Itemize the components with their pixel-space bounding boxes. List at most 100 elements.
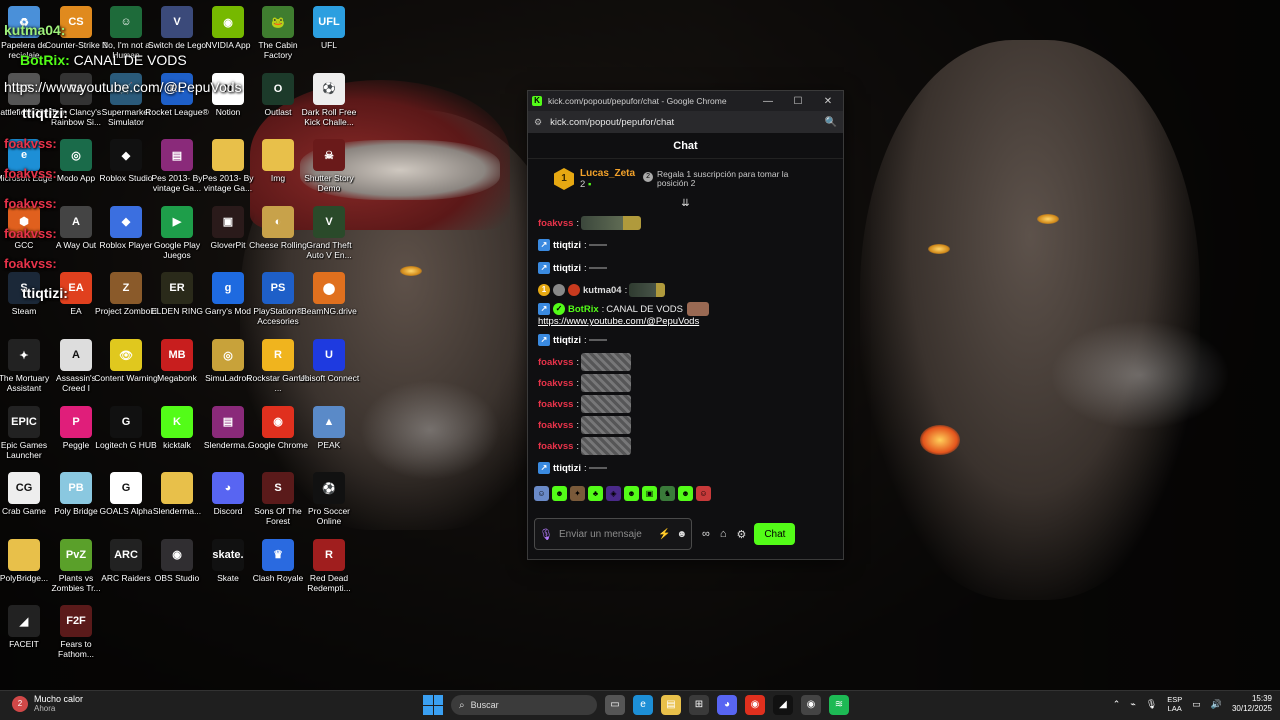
chat-message[interactable]: ↗ ttiqtizi: [538,458,833,478]
address-bar[interactable]: ⚙ kick.com/popout/pepufor/chat 🔍 [528,111,843,133]
chat-message[interactable]: ↗ ttiqtizi: [538,330,833,350]
commands-icon[interactable]: ⚡ [658,529,670,540]
overlay-user: foakvss: [4,196,57,211]
discord-icon[interactable]: ◕ [717,695,737,715]
chat-message[interactable]: foakvss: [538,395,833,413]
chat-username[interactable]: BotRix [568,304,599,315]
chat-username[interactable]: ttiqtizi [553,240,581,251]
game-icon: A [60,339,92,371]
settings-gear-icon[interactable]: ⚙ [737,528,747,541]
maximize-button[interactable]: ☐ [783,96,813,107]
chat-messages[interactable]: foakvss: ↗ ttiqtizi: ↗ ttiqtizi: 1 kutma04:… [528,211,843,483]
overlay-user: ttiqtizi: [22,105,68,121]
windows-start-button[interactable] [423,695,443,715]
chat-message[interactable]: ↗ ttiqtizi: [538,235,833,255]
clock[interactable]: 15:39 30/12/2025 [1232,694,1272,714]
microphone-icon[interactable]: 🎙 [539,528,553,541]
desktop-icon[interactable]: ⬤ BeamNG.drive [297,268,361,334]
url-text[interactable]: kick.com/popout/pepufor/chat [550,117,824,128]
volume-icon[interactable]: 🔊 [1211,699,1222,710]
desktop-icon[interactable]: UFL UFL [297,2,361,68]
collapse-pinned-button[interactable]: ⇊ [528,199,843,211]
desktop-icon[interactable]: ⚽ Pro Soccer Online [297,468,361,534]
game-icon: PvZ [60,538,92,571]
chat-username[interactable]: foakvss [538,357,573,368]
task-view-icon[interactable]: ▭ [605,695,625,715]
emote-icon[interactable]: ☻ [624,485,639,501]
pinned-username[interactable]: Lucas_Zeta [580,168,635,179]
emote-icon[interactable]: ▣ [642,485,657,501]
chat-message[interactable]: ↗ ✓ BotRix: CANAL DE VODS https://www.youtu… [538,302,833,327]
weather-badge-icon: 2 [12,695,28,712]
emote-icon[interactable]: ✦ [570,485,585,501]
chat-message[interactable]: ↗ ttiqtizi: [538,258,833,278]
emote-image [629,283,666,297]
chat-link[interactable]: https://www.youtube.com/@PepuVods [538,316,833,327]
display-icon[interactable]: ▭ [1192,699,1201,710]
chrome-icon[interactable]: ◉ [745,695,765,715]
chat-input-placeholder[interactable]: Enviar un mensaje [559,529,652,540]
chevron-up-icon[interactable]: ⌃ [1113,699,1121,710]
site-settings-icon[interactable]: ⚙ [534,117,542,128]
chat-username[interactable]: ttiqtizi [553,463,581,474]
emote-icon[interactable]: ◈ [606,485,621,501]
chat-message[interactable]: foakvss: [538,374,833,392]
spotify-icon[interactable]: ≋ [829,695,849,715]
taskbar-search[interactable]: ⌕ Buscar [451,695,597,715]
emote-icon[interactable]: ♣ [588,485,603,501]
desktop-icon[interactable]: ▲ PEAK [297,402,361,468]
desktop-icon[interactable]: F2F Fears to Fathom... [44,601,108,667]
game-icon: P [60,405,92,438]
chat-username[interactable]: foakvss [538,441,573,452]
language-indicator[interactable]: ESP LAA [1167,695,1182,713]
chat-username[interactable]: ttiqtizi [553,263,581,274]
chat-username[interactable]: foakvss [538,218,573,229]
desktop-icon[interactable]: ⚽ Dark Roll Free Kick Challe... [297,69,361,135]
chat-username[interactable]: foakvss [538,378,573,389]
chat-message[interactable]: 1 kutma04: [538,281,833,299]
folder-icon [212,139,244,172]
zoom-icon[interactable]: 🔍 [825,117,837,128]
network-icon[interactable]: ⌁ [1130,699,1135,710]
desktop-icon[interactable]: ☠ Shutter Story Demo [297,135,361,201]
store-icon[interactable]: ⊞ [689,695,709,715]
ufl-icon: UFL [313,6,345,38]
chrome-popup-window[interactable]: K kick.com/popout/pepufor/chat - Google … [527,90,844,560]
chat-message[interactable]: foakvss: [538,437,833,455]
overlay-botrix-user: BotRix: [20,52,70,68]
emote-icon[interactable]: ♞ [660,485,675,501]
kicks-icon[interactable]: ∞ [702,528,710,540]
chat-username[interactable]: ttiqtizi [553,335,581,346]
emote-icon[interactable]: ☻ [552,485,567,501]
weather-widget[interactable]: 2 Mucho calor Ahora [12,694,83,713]
game-icon: skate. [212,538,244,571]
pinned-leaderboard[interactable]: 1 Lucas_Zeta 2 ▪ 2 Regala 1 suscripción … [528,159,843,199]
faceit-icon[interactable]: ◢ [773,695,793,715]
store-icon[interactable]: ⌂ [720,528,727,540]
desktop-icon[interactable]: V Grand Theft Auto V En... [297,202,361,268]
obs-icon[interactable]: ◉ [801,695,821,715]
chat-username[interactable]: foakvss [538,420,573,431]
game-icon: F2F [60,605,92,638]
chat-username[interactable]: foakvss [538,399,573,410]
minimize-button[interactable]: — [753,96,783,107]
window-titlebar[interactable]: K kick.com/popout/pepufor/chat - Google … [528,91,843,111]
file-explorer-icon[interactable]: ▤ [661,695,681,715]
chat-input[interactable]: 🎙 Enviar un mensaje ⚡ ☻ [534,518,692,550]
gift-text: Regala 1 suscripción para tomar la posic… [657,169,789,188]
send-chat-button[interactable]: Chat [754,523,796,545]
emote-icon[interactable]: ☺ [534,485,549,501]
emote-icon[interactable]: ☺ [696,485,711,501]
emoji-icon[interactable]: ☻ [676,529,687,540]
wallpaper-eye [400,266,422,276]
chat-message[interactable]: foakvss: [538,214,833,232]
microphone-icon[interactable]: 🎙 [1146,699,1157,710]
chat-username[interactable]: kutma04 [583,285,622,296]
edge-icon[interactable]: e [633,695,653,715]
desktop-icon[interactable]: R Red Dead Redempti... [297,535,361,601]
emote-icon[interactable]: ☻ [678,485,693,501]
close-button[interactable]: ✕ [813,96,843,107]
chat-message[interactable]: foakvss: [538,353,833,371]
desktop-icon[interactable]: U Ubisoft Connect [297,335,361,401]
chat-message[interactable]: foakvss: [538,416,833,434]
